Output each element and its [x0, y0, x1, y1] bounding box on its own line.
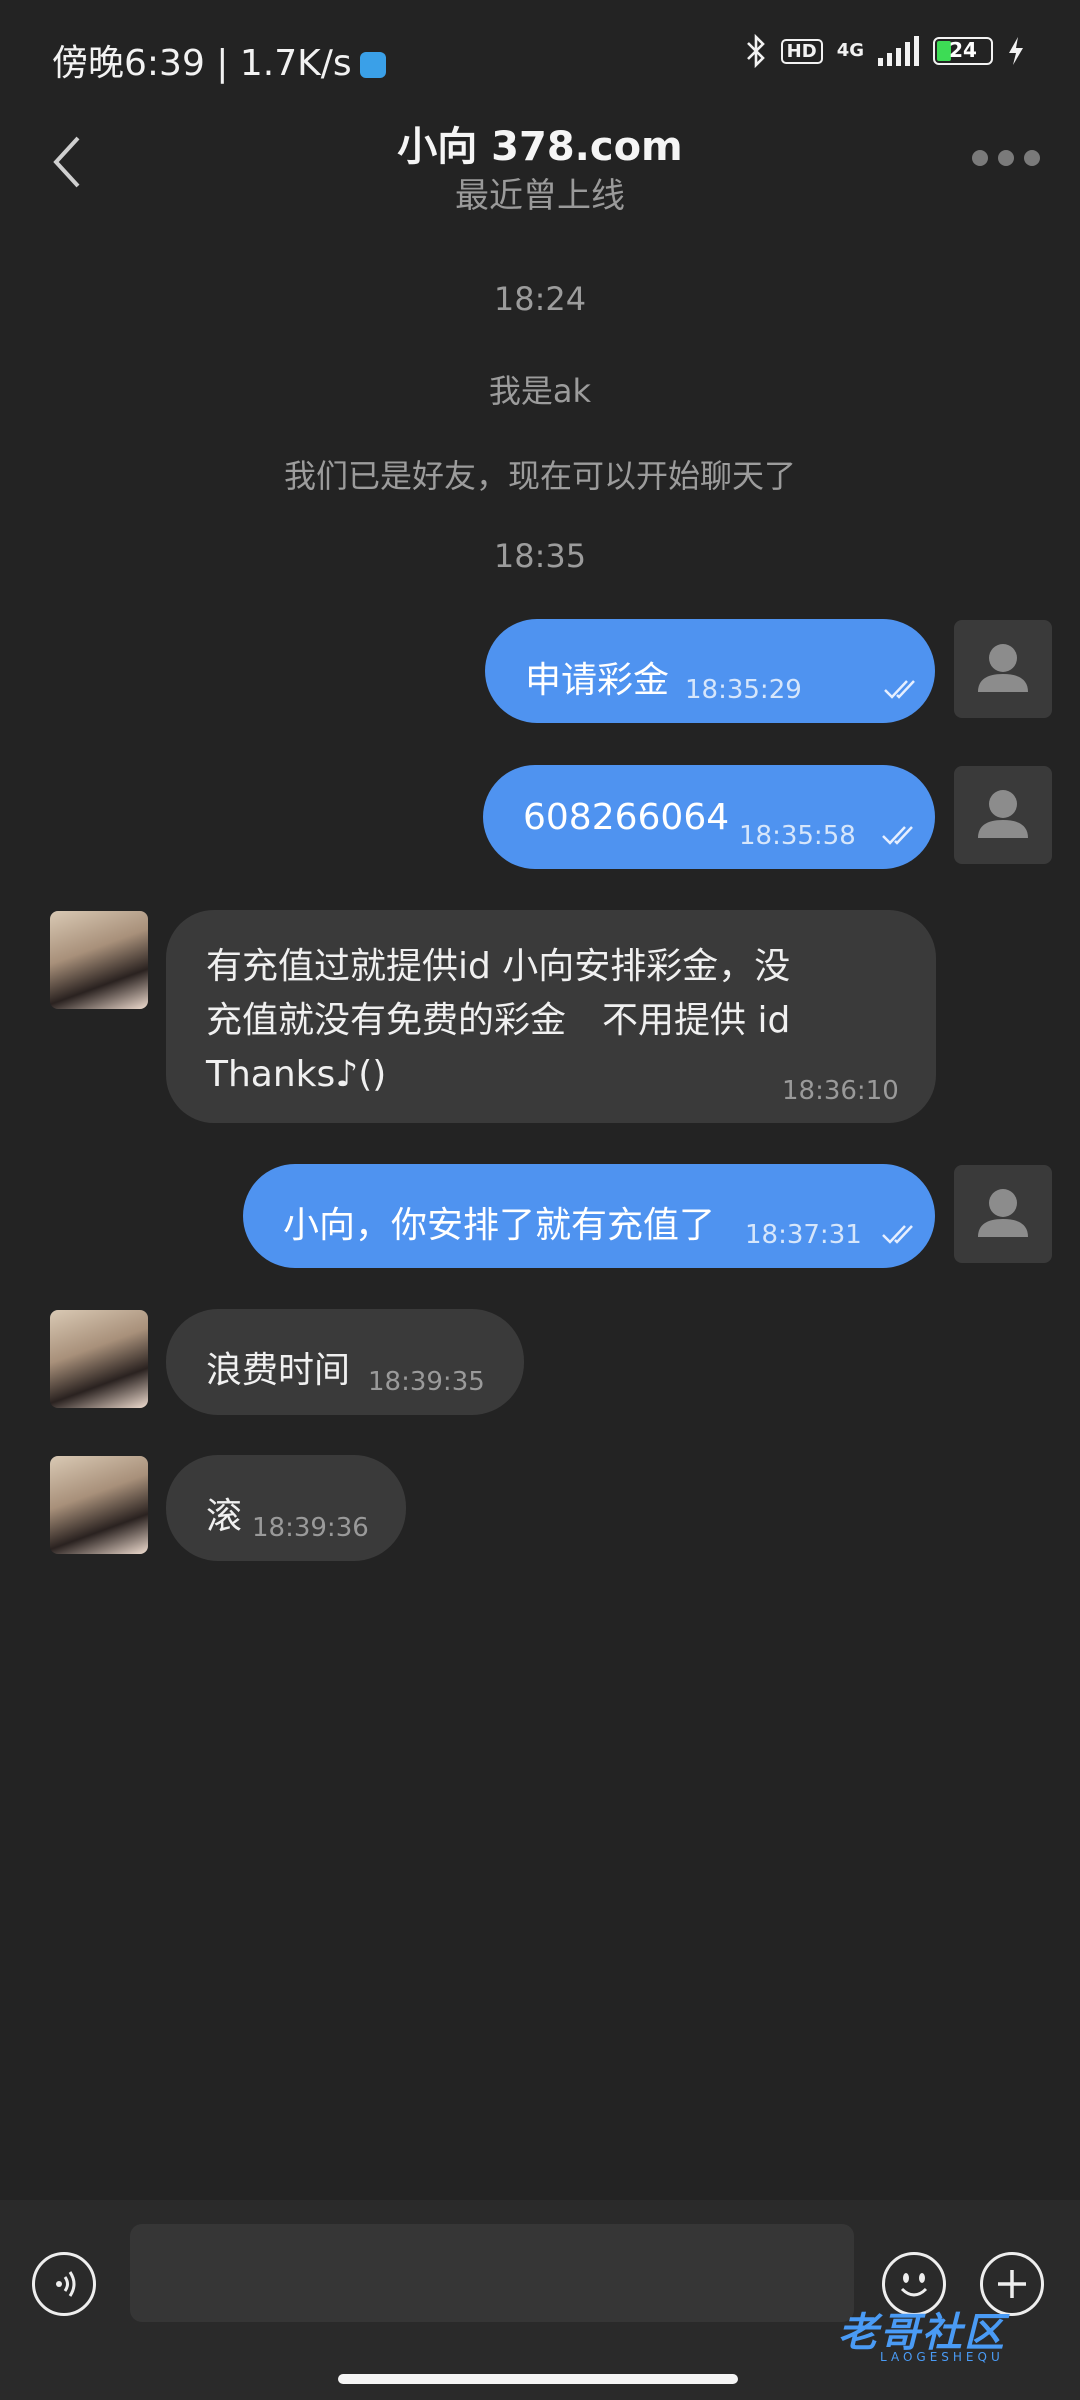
- message-bubble-incoming[interactable]: 滚 18:39:36: [166, 1455, 406, 1561]
- more-options-icon[interactable]: [972, 150, 1040, 166]
- status-bar: 傍晚6:39 | 1.7K/s HD 4G 24: [0, 0, 1080, 110]
- message-input[interactable]: [130, 2224, 854, 2322]
- status-time: 傍晚6:39 | 1.7K/s: [52, 34, 386, 86]
- timestamp-divider: 18:35: [493, 537, 587, 575]
- voice-icon: [56, 2271, 76, 2297]
- person-icon: [978, 790, 1028, 838]
- read-ticks-icon: [882, 826, 913, 845]
- message-time: 18:37:31: [745, 1220, 862, 1250]
- message-bubble-incoming[interactable]: 有充值过就提供id 小向安排彩金，没 充值就没有免费的彩金 不用提供 id Th…: [166, 910, 936, 1123]
- message-time: 18:36:10: [782, 1076, 899, 1106]
- chat-header: 小向 378.com 最近曾上线: [0, 110, 1080, 220]
- message-bubble-outgoing[interactable]: 小向，你安排了就有充值了 18:37:31: [243, 1164, 935, 1268]
- read-ticks-icon: [882, 1225, 913, 1244]
- message-time: 18:35:58: [739, 821, 856, 851]
- system-message: 我们已是好友，现在可以开始聊天了: [283, 457, 796, 495]
- contact-avatar[interactable]: [50, 911, 148, 1009]
- person-icon: [978, 644, 1028, 692]
- message-text: 小向，你安排了就有充值了: [283, 1205, 716, 1246]
- signal-icon: [878, 36, 919, 66]
- message-line: 有充值过就提供id 小向安排彩金，没: [206, 946, 791, 987]
- message-text: 浪费时间: [206, 1350, 351, 1391]
- hd-badge: HD: [780, 38, 823, 64]
- system-message: 我是ak: [488, 372, 592, 410]
- voice-input-button[interactable]: [32, 2252, 96, 2316]
- battery-icon: 24: [933, 37, 993, 65]
- status-time-text: 傍晚6:39 | 1.7K/s: [52, 43, 352, 84]
- message-time: 18:39:35: [368, 1367, 485, 1397]
- message-line: Thanks♪(): [206, 1054, 387, 1095]
- app-notification-icon: [359, 52, 386, 78]
- message-text: 申请彩金: [525, 660, 670, 701]
- battery-level: 24: [949, 38, 977, 62]
- timestamp-divider: 18:24: [493, 280, 587, 318]
- message-line: 充值就没有免费的彩金 不用提供 id: [206, 1000, 791, 1041]
- my-avatar[interactable]: [954, 620, 1052, 718]
- message-bubble-incoming[interactable]: 浪费时间 18:39:35: [166, 1309, 524, 1415]
- status-icons: HD 4G 24: [745, 34, 1025, 68]
- chat-status: 最近曾上线: [455, 176, 625, 216]
- message-text: 滚: [206, 1496, 243, 1537]
- message-text: 608266064: [523, 797, 730, 838]
- message-bubble-outgoing[interactable]: 608266064 18:35:58: [483, 765, 935, 869]
- charging-icon: [1009, 37, 1023, 65]
- message-bubble-outgoing[interactable]: 申请彩金 18:35:29: [485, 619, 935, 723]
- message-time: 18:39:36: [252, 1513, 369, 1543]
- read-ticks-icon: [884, 680, 915, 699]
- person-icon: [978, 1189, 1028, 1237]
- message-time: 18:35:29: [685, 675, 802, 705]
- my-avatar[interactable]: [954, 1165, 1052, 1263]
- home-indicator[interactable]: [338, 2374, 738, 2384]
- network-type: 4G: [836, 40, 864, 61]
- message-text: 有充值过就提供id 小向安排彩金，没 充值就没有免费的彩金 不用提供 id Th…: [206, 940, 790, 1102]
- bluetooth-icon: [746, 34, 765, 68]
- chat-title: 小向 378.com: [397, 124, 683, 170]
- contact-avatar[interactable]: [50, 1456, 148, 1554]
- watermark-subtext: LAOGESHEQU: [880, 2350, 1004, 2364]
- contact-avatar[interactable]: [50, 1310, 148, 1408]
- my-avatar[interactable]: [954, 766, 1052, 864]
